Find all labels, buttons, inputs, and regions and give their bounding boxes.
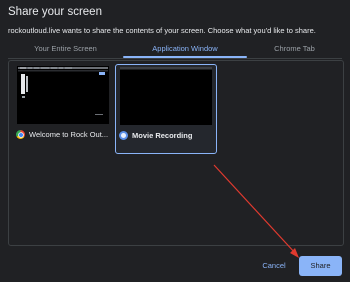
tab-chrome-tab[interactable]: Chrome Tab xyxy=(247,42,342,58)
dialog-title: Share your screen xyxy=(8,6,102,18)
cancel-button[interactable]: Cancel xyxy=(252,256,296,276)
movie-recording-icon xyxy=(119,131,128,140)
tabs-divider xyxy=(8,58,342,59)
window-list-panel: Welcome to Rock Out... Movie Recording xyxy=(8,60,344,246)
dialog-subtitle: rockoutloud.live wants to share the cont… xyxy=(8,26,316,35)
window-thumbnail xyxy=(17,66,109,124)
tab-entire-screen[interactable]: Your Entire Screen xyxy=(8,42,123,58)
window-thumbnail xyxy=(120,67,212,125)
share-button[interactable]: Share xyxy=(299,256,342,276)
browser-thumbnail-preview xyxy=(17,66,109,124)
chrome-icon xyxy=(16,130,25,139)
window-tile-movie-recording[interactable]: Movie Recording xyxy=(115,64,217,154)
source-tabs: Your Entire Screen Application Window Ch… xyxy=(0,42,350,58)
window-label: Movie Recording xyxy=(119,131,192,140)
recording-thumbnail-preview xyxy=(120,67,212,125)
window-tile-welcome[interactable]: Welcome to Rock Out... xyxy=(13,64,113,152)
window-label: Welcome to Rock Out... xyxy=(16,130,108,139)
share-screen-dialog: Share your screen rockoutloud.live wants… xyxy=(0,0,350,282)
